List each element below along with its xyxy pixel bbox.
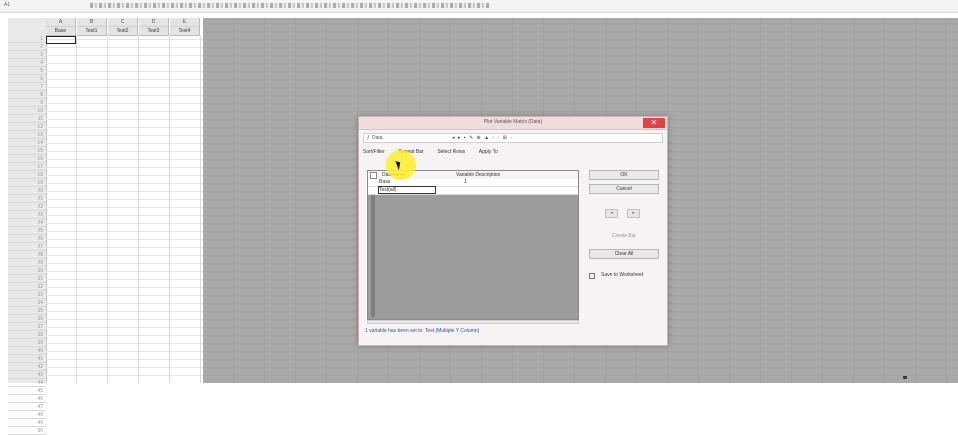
row-number[interactable]: 21: [8, 196, 46, 203]
create-bar-button[interactable]: Create Bar: [589, 233, 659, 239]
header-description[interactable]: Variable Description: [456, 172, 500, 178]
list-gutter: [371, 195, 375, 317]
column-header-d[interactable]: D Test3: [139, 18, 169, 36]
row-number[interactable]: 24: [8, 220, 46, 227]
list-item-name: Base: [379, 179, 391, 185]
menu-select-rows[interactable]: Select Rows: [437, 149, 465, 155]
column-header-e[interactable]: E Test4: [170, 18, 200, 36]
close-button[interactable]: ✕: [643, 118, 665, 128]
row-number[interactable]: 41: [8, 356, 46, 363]
row-number[interactable]: 7: [8, 84, 46, 91]
row-number[interactable]: 48: [8, 412, 46, 419]
function-icon: ƒ: [367, 135, 370, 141]
row-number[interactable]: 28: [8, 252, 46, 259]
row-number[interactable]: 44: [8, 380, 46, 387]
name-box[interactable]: A1: [4, 2, 34, 9]
save-to-worksheet-checkbox[interactable]: [589, 273, 595, 279]
top-toolbar: A1: [0, 0, 958, 13]
row-number[interactable]: 10: [8, 108, 46, 115]
row-number[interactable]: 40: [8, 348, 46, 355]
toolbar-icons[interactable]: [90, 3, 490, 8]
dialog-address-bar[interactable]: ƒ Data ◂ ▸ ▪ ✎ ⊕ ▲ ◦ ◦ ⊞ ◦: [363, 133, 663, 143]
row-number[interactable]: 34: [8, 300, 46, 307]
row-number[interactable]: 35: [8, 308, 46, 315]
select-all-checkbox[interactable]: [370, 172, 377, 179]
row-number[interactable]: 19: [8, 180, 46, 187]
dialog-menu-bar: Sort/Filter Repeat Bar Select Rows Apply…: [363, 149, 510, 159]
save-to-worksheet-label: Save to Worksheet: [601, 272, 644, 278]
list-item[interactable]: Test(all): [368, 186, 578, 195]
row-number[interactable]: 3: [8, 52, 46, 59]
row-number[interactable]: 11: [8, 116, 46, 123]
row-number[interactable]: 2: [8, 44, 46, 51]
row-number[interactable]: 6: [8, 76, 46, 83]
row-number[interactable]: 39: [8, 340, 46, 347]
row-number[interactable]: 13: [8, 132, 46, 139]
row-number[interactable]: 26: [8, 236, 46, 243]
menu-sort-filter[interactable]: Sort/Filter: [363, 149, 385, 155]
row-number[interactable]: 25: [8, 228, 46, 235]
row-number[interactable]: 46: [8, 396, 46, 403]
worksheet-cells[interactable]: [46, 36, 203, 383]
row-number[interactable]: 8: [8, 92, 46, 99]
horizontal-scrollbar[interactable]: [367, 320, 579, 324]
row-number[interactable]: 4: [8, 60, 46, 67]
column-header-a[interactable]: A Base: [46, 18, 76, 36]
row-number[interactable]: 43: [8, 372, 46, 379]
row-number[interactable]: 38: [8, 332, 46, 339]
row-number[interactable]: 14: [8, 140, 46, 147]
row-number[interactable]: 36: [8, 316, 46, 323]
list-item-name: Test(all): [379, 187, 397, 193]
row-number[interactable]: 33: [8, 292, 46, 299]
cancel-button[interactable]: Cancel: [589, 184, 659, 194]
list-item-desc: 1: [464, 179, 467, 185]
row-number[interactable]: 22: [8, 204, 46, 211]
column-header-b[interactable]: B Test1: [77, 18, 107, 36]
row-number[interactable]: 9: [8, 100, 46, 107]
active-cell[interactable]: [46, 36, 76, 44]
dialog-toolbar-icons[interactable]: ◂ ▸ ▪ ✎ ⊕ ▲ ◦ ◦ ⊞ ◦: [452, 135, 513, 141]
clear-all-button[interactable]: Clear All: [589, 249, 659, 259]
row-number[interactable]: 17: [8, 164, 46, 171]
row-number[interactable]: 37: [8, 324, 46, 331]
row-number[interactable]: 15: [8, 148, 46, 155]
row-number[interactable]: 42: [8, 364, 46, 371]
row-number[interactable]: 32: [8, 284, 46, 291]
row-number[interactable]: 12: [8, 124, 46, 131]
row-header-column: 1 2 3 4 5 6 7 8 9 10 11 12 13 14 15 16 17 18 19 20 21 22 23 24 2…: [8, 18, 47, 435]
row-number[interactable]: 49: [8, 420, 46, 427]
variable-list[interactable]: Dataname Variable Description Base 1 Tes…: [367, 170, 579, 320]
row-number[interactable]: 20: [8, 188, 46, 195]
menu-apply-to[interactable]: Apply To: [479, 149, 498, 155]
column-header-c[interactable]: C Test2: [108, 18, 138, 36]
row-number[interactable]: 27: [8, 244, 46, 251]
move-right-button[interactable]: ▸: [627, 209, 640, 218]
status-text: 1 variable has been set to: Test (Multip…: [365, 328, 480, 334]
row-number[interactable]: 18: [8, 172, 46, 179]
row-number[interactable]: 30: [8, 268, 46, 275]
address-label: Data: [372, 135, 383, 141]
row-number[interactable]: 23: [8, 212, 46, 219]
dialog-title-bar[interactable]: Plot Variable Matrix (Data) ✕: [359, 117, 667, 130]
row-number[interactable]: 45: [8, 388, 46, 395]
row-number[interactable]: 31: [8, 276, 46, 283]
row-number[interactable]: 16: [8, 156, 46, 163]
move-left-button[interactable]: ◂: [605, 209, 618, 218]
pointer-dot-icon: [903, 376, 907, 379]
row-number[interactable]: 29: [8, 260, 46, 267]
row-number[interactable]: 47: [8, 404, 46, 411]
dialog-title: Plot Variable Matrix (Data): [483, 119, 543, 125]
ok-button[interactable]: OK: [589, 170, 659, 180]
row-number[interactable]: 50: [8, 428, 46, 435]
row-number[interactable]: 5: [8, 68, 46, 75]
row-number[interactable]: 1: [8, 36, 46, 43]
